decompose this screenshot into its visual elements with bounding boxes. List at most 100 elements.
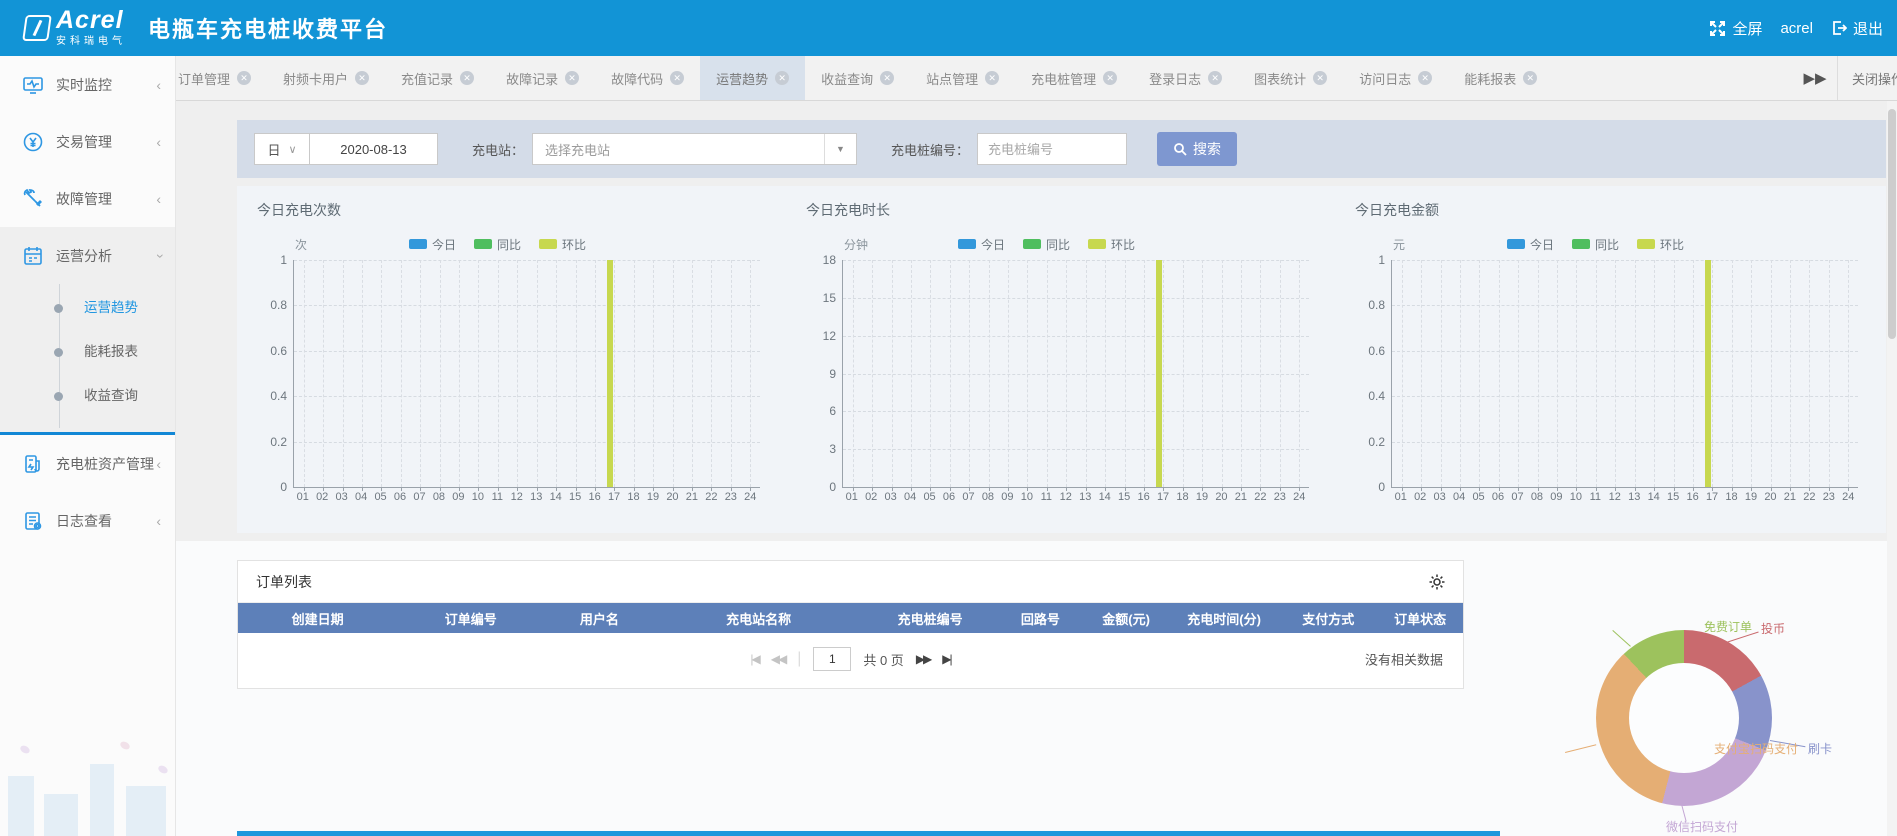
tab-10[interactable]: 登录日志 ✕ (1133, 56, 1238, 100)
pile-number-input[interactable] (977, 133, 1127, 165)
sidebar-subitem-3-1[interactable]: 能耗报表 (0, 330, 175, 374)
tab-8[interactable]: 站点管理✕ (910, 56, 1015, 100)
close-operations-menu[interactable]: 关闭操作 (1837, 56, 1897, 100)
sidebar-item-0[interactable]: 实时监控‹ (0, 56, 175, 113)
x-tick-label: 04 (355, 491, 367, 503)
legend-item[interactable]: 环比 (539, 236, 586, 253)
first-page-button[interactable]: |◀ (750, 652, 758, 666)
tab-close-icon[interactable]: ✕ (460, 71, 474, 85)
y-tick-label: 0.4 (270, 389, 287, 403)
chevron-down-icon: ∨ (288, 143, 296, 156)
donut-label-4: 免费订单 (1704, 618, 1752, 635)
search-button[interactable]: 搜索 (1157, 132, 1237, 166)
tab-close-icon[interactable]: ✕ (1418, 71, 1432, 85)
vertical-scrollbar (1887, 101, 1897, 836)
page-title: 电瓶车充电桩收费平台 (148, 12, 388, 44)
sidebar-item-5[interactable]: 日志查看‹ (0, 492, 175, 549)
sidebar-decoration (0, 740, 176, 836)
table-column-header-5: 回路号 (998, 609, 1084, 628)
y-tick-label: 0.6 (1368, 344, 1385, 358)
x-tick-label: 14 (550, 491, 562, 503)
sidebar-subitem-3-0[interactable]: 运营趋势 (0, 286, 175, 330)
tab-3[interactable]: 充值记录✕ (385, 56, 490, 100)
tab-12[interactable]: 访问日志✕ (1343, 56, 1448, 100)
legend-item[interactable]: 环比 (1088, 236, 1135, 253)
donut-callout-line (1565, 744, 1596, 753)
logout-button[interactable]: 退出 (1831, 18, 1883, 39)
tab-close-icon[interactable]: ✕ (237, 71, 251, 85)
legend-item[interactable]: 今日 (958, 236, 1005, 253)
date-input[interactable] (310, 133, 438, 165)
y-tick-label: 0.2 (270, 435, 287, 449)
bar-环比-17 (607, 260, 613, 487)
username[interactable]: acrel (1780, 20, 1813, 37)
sidebar-item-2[interactable]: 故障管理‹ (0, 170, 175, 227)
tab-label: 登录日志 (1149, 69, 1201, 88)
donut-label-3: 支付宝扫码支付 (1714, 740, 1798, 757)
x-tick-label: 02 (1414, 491, 1426, 503)
prev-page-button[interactable]: ◀◀ (771, 652, 785, 666)
scrollbar-thumb[interactable] (1888, 109, 1896, 339)
tab-close-icon[interactable]: ✕ (880, 71, 894, 85)
empty-data-text: 没有相关数据 (1365, 650, 1443, 669)
x-tick-label: 17 (1706, 491, 1718, 503)
chart-plot-area: 0369121518 (842, 260, 1309, 488)
sidebar-item-4[interactable]: 充电桩资产管理‹ (0, 435, 175, 492)
chart-plot-area: 00.20.40.60.81 (293, 260, 760, 488)
tools-icon (22, 188, 44, 210)
x-tick-label: 23 (725, 491, 737, 503)
tab-1[interactable]: 订单管理✕ (162, 56, 267, 100)
tab-2[interactable]: 射频卡用户✕ (267, 56, 385, 100)
bar-环比-17 (1156, 260, 1162, 487)
tab-13[interactable]: 能耗报表✕ (1448, 56, 1544, 100)
tab-close-icon[interactable]: ✕ (1523, 71, 1537, 85)
sidebar-item-3[interactable]: 运营分析‹ (0, 227, 175, 284)
x-tick-label: 09 (1550, 491, 1562, 503)
sidebar-subitem-3-2[interactable]: 收益查询 (0, 374, 175, 418)
x-tick-label: 16 (588, 491, 600, 503)
period-select[interactable]: 日 ∨ (254, 133, 310, 165)
x-tick-label: 21 (1784, 491, 1796, 503)
tab-5[interactable]: 故障代码✕ (595, 56, 700, 100)
x-tick-label: 08 (1531, 491, 1543, 503)
footer-accent-bar (237, 831, 1500, 836)
tab-close-icon[interactable]: ✕ (670, 71, 684, 85)
tab-close-icon[interactable]: ✕ (985, 71, 999, 85)
gear-icon[interactable] (1429, 574, 1445, 590)
tab-close-icon[interactable]: ✕ (1313, 71, 1327, 85)
tab-7[interactable]: 收益查询✕ (805, 56, 910, 100)
next-page-button[interactable]: ▶▶ (916, 652, 930, 666)
tabs-scroll-right-button[interactable]: ▶▶ (1793, 56, 1837, 100)
sidebar-item-1[interactable]: 交易管理‹ (0, 113, 175, 170)
y-tick-label: 0.8 (270, 298, 287, 312)
tab-6[interactable]: 运营趋势✕ (700, 56, 805, 100)
legend-label: 环比 (1660, 236, 1684, 253)
x-tick-label: 23 (1823, 491, 1835, 503)
legend-item[interactable]: 今日 (1507, 236, 1554, 253)
tab-close-icon[interactable]: ✕ (775, 71, 789, 85)
x-tick-label: 17 (608, 491, 620, 503)
x-tick-label: 04 (904, 491, 916, 503)
legend-item[interactable]: 同比 (1572, 236, 1619, 253)
legend-item[interactable]: 同比 (474, 236, 521, 253)
tab-close-icon[interactable]: ✕ (1208, 71, 1222, 85)
legend-item[interactable]: 同比 (1023, 236, 1070, 253)
chevron-left-icon: ‹ (156, 134, 161, 150)
tab-close-icon[interactable]: ✕ (355, 71, 369, 85)
tab-9[interactable]: 充电桩管理✕ (1015, 56, 1133, 100)
station-select[interactable]: 选择充电站 ▼ (532, 133, 857, 165)
page-number-input[interactable] (813, 647, 851, 671)
tab-close-icon[interactable]: ✕ (1103, 71, 1117, 85)
legend-label: 今日 (981, 236, 1005, 253)
table-column-header-9: 订单状态 (1377, 609, 1463, 628)
table-column-header-6: 金额(元) (1083, 609, 1169, 628)
chart-legend: 今日 同比 环比 (958, 236, 1135, 253)
legend-item[interactable]: 环比 (1637, 236, 1684, 253)
legend-item[interactable]: 今日 (409, 236, 456, 253)
tab-4[interactable]: 故障记录✕ (490, 56, 595, 100)
fullscreen-button[interactable]: 全屏 (1709, 18, 1762, 39)
last-page-button[interactable]: ▶| (942, 652, 950, 666)
tab-close-icon[interactable]: ✕ (565, 71, 579, 85)
tab-11[interactable]: 图表统计✕ (1238, 56, 1343, 100)
table-column-header-8: 支付方式 (1279, 609, 1377, 628)
